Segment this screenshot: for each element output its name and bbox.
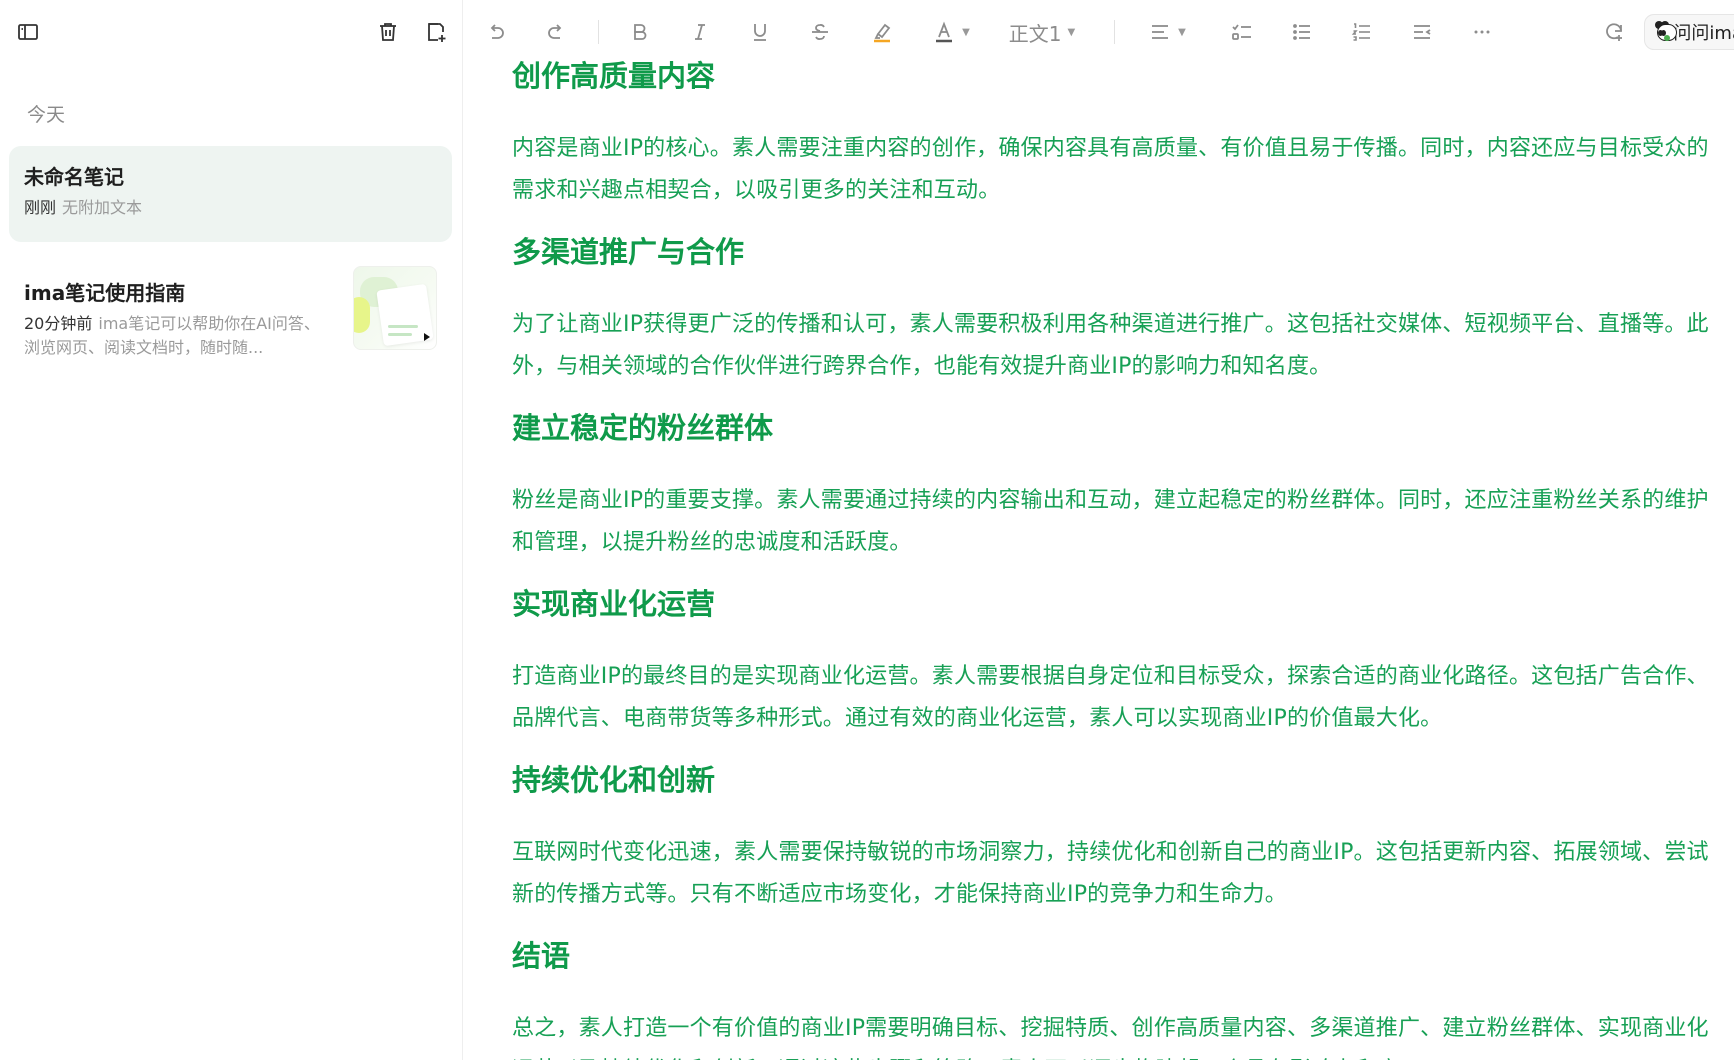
section-body: 总之，素人打造一个有价值的商业IP需要明确目标、挖掘特质、创作高质量内容、多渠道…	[512, 1016, 1709, 1060]
note-editor[interactable]: 创作高质量内容 内容是商业IP的核心。素人需要注重内容的创作，确保内容具有高质量…	[512, 56, 1712, 1060]
section-heading: 多渠道推广与合作	[512, 235, 745, 269]
note-time: 刚刚	[24, 198, 57, 217]
content-section: 实现商业化运营 打造商业IP的最终目的是实现商业化运营。素人需要根据自身定位和目…	[512, 584, 1712, 740]
section-label-today: 今天	[27, 104, 66, 126]
note-title: 未命名笔记	[24, 165, 124, 189]
section-body: 打造商业IP的最终目的是实现商业化运营。素人需要根据自身定位和目标受众，探索合适…	[512, 664, 1709, 731]
note-preview: 无附加文本	[62, 198, 143, 217]
new-note-icon[interactable]	[420, 16, 452, 48]
panda-icon	[1655, 21, 1677, 43]
content-section: 结语 总之，素人打造一个有价值的商业IP需要明确目标、挖掘特质、创作高质量内容、…	[512, 936, 1712, 1060]
section-body: 为了让商业IP获得更广泛的传播和认可，素人需要积极利用各种渠道进行推广。这包括社…	[512, 312, 1709, 379]
section-heading: 持续优化和创新	[512, 763, 716, 797]
chevron-down-icon: ▼	[1178, 26, 1186, 38]
ask-ima-label: 问问ima	[1673, 23, 1734, 44]
notes-sidebar: 今天 未命名笔记 刚刚 无附加文本 ima笔记使用指南 20分钟前 ima笔记可以帮…	[0, 0, 463, 1060]
section-body: 互联网时代变化迅速，素人需要保持敏锐的市场洞察力，持续优化和创新自己的商业IP。…	[512, 840, 1709, 907]
section-heading: 创作高质量内容	[512, 59, 716, 93]
undo-icon[interactable]	[480, 16, 512, 48]
sync-icon[interactable]	[1598, 16, 1630, 48]
content-section: 持续优化和创新 互联网时代变化迅速，素人需要保持敏锐的市场洞察力，持续优化和创新…	[512, 760, 1712, 916]
cursor-icon	[424, 333, 430, 341]
bullet-list-icon[interactable]	[1286, 16, 1318, 48]
toolbar-divider	[598, 20, 599, 44]
content-section: 多渠道推广与合作 为了让商业IP获得更广泛的传播和认可，素人需要积极利用各种渠道…	[512, 232, 1712, 388]
sidebar-header	[0, 0, 463, 64]
align-dropdown[interactable]: ▼	[1144, 16, 1190, 48]
font-color-dropdown[interactable]: ▼	[928, 16, 974, 48]
trash-icon[interactable]	[372, 16, 404, 48]
paragraph-style-dropdown[interactable]: 正文1 ▼	[1004, 16, 1080, 48]
section-body: 内容是商业IP的核心。素人需要注重内容的创作，确保内容具有高质量、有价值且易于传…	[512, 136, 1709, 203]
note-list-item[interactable]: ima笔记使用指南 20分钟前 ima笔记可以帮助你在AI问答、浏览网页、阅读文档…	[9, 262, 452, 362]
content-section: 建立稳定的粉丝群体 粉丝是商业IP的重要支撑。素人需要通过持续的内容输出和互动，…	[512, 408, 1712, 564]
section-heading: 结语	[512, 939, 571, 973]
strikethrough-icon[interactable]	[804, 16, 836, 48]
numbered-list-icon[interactable]	[1346, 16, 1378, 48]
ask-ima-button[interactable]: 问问ima	[1644, 14, 1734, 50]
chevron-down-icon: ▼	[1067, 26, 1076, 38]
chevron-down-icon: ▼	[962, 26, 970, 38]
note-meta: 20分钟前 ima笔记可以帮助你在AI问答、浏览网页、阅读文档时，随时随...	[24, 312, 329, 360]
paragraph-style-label: 正文1	[1008, 21, 1062, 46]
note-time: 20分钟前	[24, 314, 93, 333]
underline-icon[interactable]	[744, 16, 776, 48]
section-heading: 实现商业化运营	[512, 587, 716, 621]
section-heading: 建立稳定的粉丝群体	[512, 411, 774, 445]
note-list-item[interactable]: 未命名笔记 刚刚 无附加文本	[9, 146, 452, 242]
sidebar-toggle-icon[interactable]	[12, 16, 44, 48]
section-body: 粉丝是商业IP的重要支撑。素人需要通过持续的内容输出和互动，建立起稳定的粉丝群体…	[512, 488, 1709, 555]
indent-icon[interactable]	[1406, 16, 1438, 48]
note-meta: 刚刚 无附加文本	[24, 196, 329, 220]
bold-icon[interactable]	[624, 16, 656, 48]
checklist-icon[interactable]	[1226, 16, 1258, 48]
align-icon	[1152, 25, 1169, 39]
highlight-icon[interactable]	[866, 16, 898, 48]
content-section: 创作高质量内容 内容是商业IP的核心。素人需要注重内容的创作，确保内容具有高质量…	[512, 56, 1712, 212]
more-icon[interactable]	[1466, 16, 1498, 48]
toolbar-divider	[1114, 20, 1115, 44]
note-thumbnail	[353, 266, 437, 350]
italic-icon[interactable]	[684, 16, 716, 48]
font-color-icon	[936, 21, 953, 43]
redo-icon[interactable]	[540, 16, 572, 48]
notes-app: 今天 未命名笔记 刚刚 无附加文本 ima笔记使用指南 20分钟前 ima笔记可以帮…	[0, 0, 1734, 1060]
